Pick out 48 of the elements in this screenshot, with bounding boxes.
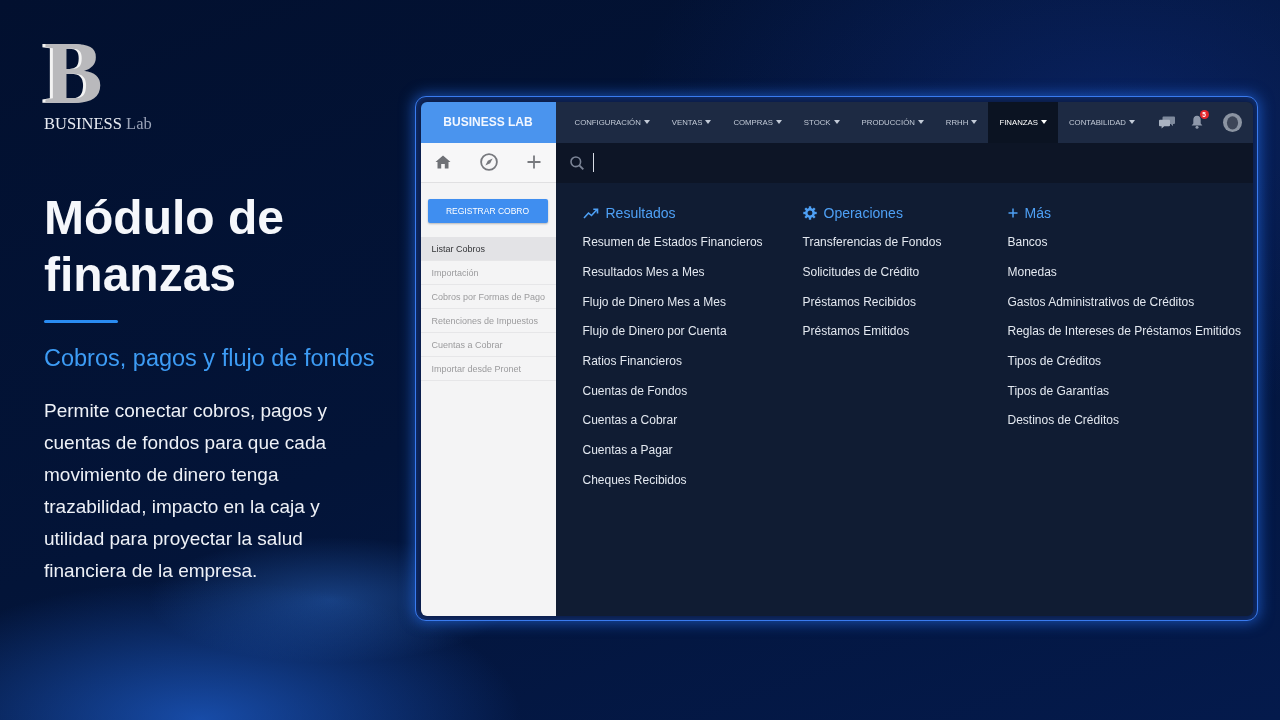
compass-icon[interactable] [480, 153, 498, 171]
menu-link[interactable]: Resultados Mes a Mes [582, 263, 705, 280]
menu-link[interactable]: Cuentas a Cobrar [582, 412, 678, 429]
caret-icon [1040, 120, 1047, 124]
hero-description: Permite conectar cobros, pagos y cuentas de fondos para que cada movimiento de dinero tenga trazabilidad, impacto en la caja y utilidad para proyectar la salud financiera de la empresa. [44, 399, 329, 583]
chat-bubbles-icon[interactable] [1158, 115, 1175, 129]
menu-link[interactable]: Flujo de Dinero por Cuenta [582, 323, 727, 340]
caret-icon [971, 120, 978, 124]
menu-link[interactable]: Destinos de Créditos [1007, 412, 1119, 429]
menu-link[interactable]: Tipos de Créditos [1007, 352, 1102, 369]
menu-link[interactable]: Cuentas a Pagar [582, 442, 673, 458]
menu-link[interactable]: Préstamos Emitidos [802, 323, 910, 340]
menu-link[interactable]: Flujo de Dinero Mes a Mes [582, 293, 726, 310]
gear-icon [802, 205, 817, 220]
menu-section-heading: Más [1024, 204, 1051, 221]
menu-link[interactable]: Gastos Administrativos de Créditos [1007, 293, 1195, 310]
logo-mark: B [44, 40, 103, 106]
home-icon[interactable] [435, 155, 451, 169]
menu-link[interactable]: Monedas [1007, 263, 1057, 280]
menu-section-heading: Resultados [605, 204, 676, 221]
user-avatar-icon[interactable] [1222, 112, 1242, 132]
menu-link[interactable]: Ratios Financieros [582, 352, 682, 369]
search-icon [569, 155, 584, 170]
hero-title: Módulo de finanzas [44, 190, 285, 303]
menu-link[interactable]: Cuentas de Fondos [582, 382, 688, 399]
plus-icon [1007, 207, 1018, 218]
sidebar-item[interactable]: Listar Cobros [420, 236, 556, 261]
caret-icon [705, 120, 712, 124]
caret-icon [1129, 120, 1135, 124]
menu-link[interactable]: Solicitudes de Crédito [802, 263, 920, 280]
menu-link[interactable]: Resumen de Estados Financieros [582, 234, 763, 251]
plus-icon[interactable] [527, 155, 541, 169]
menu-link[interactable]: Tipos de Garantías [1007, 382, 1110, 399]
menu-link[interactable]: Préstamos Recibidos [802, 293, 916, 310]
menu-link[interactable]: Cheques Recibidos [582, 471, 687, 488]
search-field[interactable] [555, 142, 1253, 183]
menu-link[interactable]: Bancos [1007, 234, 1048, 251]
bell-icon[interactable] [1190, 115, 1203, 129]
logo-wordmark: BUSINESS Lab [44, 114, 152, 134]
caret-icon [643, 120, 650, 124]
hero-subtitle: Cobros, pagos y flujo de fondos [44, 344, 375, 373]
menu-link[interactable]: Reglas de Intereses de Préstamos Emitidos [1007, 323, 1241, 340]
caret-icon [775, 120, 782, 124]
menu-section-heading: Operaciones [823, 204, 903, 221]
menu-link[interactable]: Transferencias de Fondos [802, 234, 942, 251]
trend-chart-icon [582, 206, 599, 219]
caret-icon [833, 120, 840, 124]
caret-icon [917, 120, 924, 124]
